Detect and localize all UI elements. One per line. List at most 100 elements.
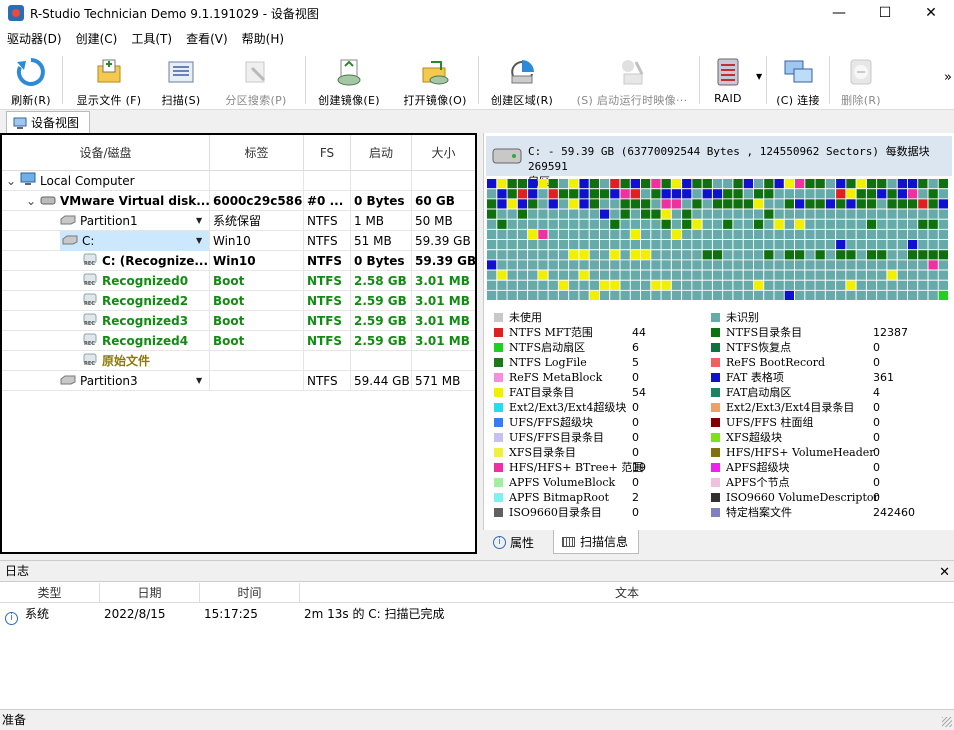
- sector-block: [815, 179, 825, 189]
- dropdown-arrow-icon[interactable]: ▼: [196, 211, 202, 231]
- sector-block: [825, 250, 836, 260]
- runtime-image-button[interactable]: (S) 启动运行时映像···: [565, 50, 699, 110]
- log-col-type[interactable]: 类型: [0, 583, 100, 603]
- refresh-button[interactable]: 刷新(R): [0, 50, 62, 110]
- sector-block: [579, 250, 589, 260]
- log-time: 15:17:25: [204, 607, 258, 621]
- sector-block: [682, 229, 692, 239]
- legend-count: 6: [632, 341, 639, 354]
- close-button[interactable]: ✕: [908, 0, 954, 26]
- resize-grip-icon[interactable]: [942, 717, 952, 727]
- sector-block: [764, 280, 774, 290]
- raid-dropdown-icon[interactable]: ▼: [756, 50, 766, 109]
- menu-view[interactable]: 查看(V): [179, 30, 235, 47]
- tree-row[interactable]: ⌄ Local Computer: [2, 171, 475, 191]
- sector-block: [620, 270, 630, 280]
- recognized-icon: REC: [82, 272, 98, 292]
- tree-start-value: 2.59 GB: [354, 314, 407, 328]
- tab-properties[interactable]: i 属性: [485, 530, 553, 554]
- sector-block: [671, 229, 682, 239]
- sector-block: [897, 270, 907, 280]
- minimize-button[interactable]: —: [816, 0, 862, 26]
- tab-device-view[interactable]: 设备视图: [6, 111, 90, 133]
- menu-help[interactable]: 帮助(H): [235, 30, 291, 47]
- recognized-icon: REC: [82, 312, 98, 332]
- col-header-start[interactable]: 启动: [351, 135, 412, 171]
- sector-block: [610, 250, 620, 260]
- menu-tools[interactable]: 工具(T): [124, 30, 179, 47]
- tree-row[interactable]: REC Recognized3 Boot NTFS 2.59 GB 3.01 MB: [2, 311, 475, 331]
- tree-row[interactable]: REC 原始文件: [2, 351, 475, 371]
- tree-row[interactable]: REC C: (Recognize... Win10 NTFS 0 Bytes 59.39…: [2, 251, 475, 271]
- tree-cell-size: 59.39 GB: [412, 251, 475, 271]
- toolbar-more-button[interactable]: »: [944, 70, 952, 85]
- sector-block: [569, 250, 579, 260]
- dropdown-arrow-icon[interactable]: ▼: [196, 371, 202, 391]
- sector-block: [630, 250, 640, 260]
- sector-block: [517, 240, 528, 250]
- col-header-label[interactable]: 标签: [210, 135, 304, 171]
- sector-block: [805, 270, 815, 280]
- menu-drive[interactable]: 驱动器(D): [0, 30, 69, 47]
- sector-block: [805, 209, 815, 219]
- sector-block: [528, 260, 538, 270]
- dropdown-arrow-icon[interactable]: ▼: [196, 231, 202, 251]
- expand-chevron-icon[interactable]: ⌄: [6, 171, 20, 191]
- sector-block: [753, 250, 764, 260]
- scan-button[interactable]: 扫描(S): [155, 50, 207, 110]
- tree-row[interactable]: REC Recognized4 Boot NTFS 2.59 GB 3.01 MB: [2, 331, 475, 351]
- tree-row[interactable]: REC Recognized2 Boot NTFS 2.59 GB 3.01 MB: [2, 291, 475, 311]
- sector-block: [610, 290, 620, 300]
- sector-block: [928, 270, 938, 280]
- sector-block: [682, 290, 692, 300]
- legend-name: ReFS MetaBlock: [509, 371, 603, 384]
- sector-block: [907, 219, 918, 229]
- tree-cell-label: Win10 ▼: [196, 231, 304, 251]
- sector-block: [877, 219, 887, 229]
- log-close-icon[interactable]: ✕: [939, 562, 950, 583]
- expand-chevron-icon[interactable]: ⌄: [26, 191, 40, 211]
- open-image-button[interactable]: 打开镜像(O): [392, 50, 478, 110]
- raid-button[interactable]: RAID: [700, 50, 756, 110]
- legend-swatch: [711, 478, 720, 487]
- sector-block: [743, 290, 753, 300]
- sector-block: [887, 179, 897, 189]
- tree-row[interactable]: Partition1 系统保留 ▼ NTFS 1 MB 50 MB: [2, 211, 475, 231]
- tree-fs-value: NTFS: [307, 234, 338, 248]
- tree-row[interactable]: ⌄ C: Win10 ▼ NTFS 51 MB 59.39 GB: [2, 231, 475, 251]
- tree-cell-label: Boot: [210, 291, 304, 311]
- sector-block: [487, 270, 497, 280]
- tree-cell-name: REC Recognized4: [2, 331, 210, 351]
- create-image-button[interactable]: 创建镜像(E): [306, 50, 392, 110]
- sector-block: [661, 229, 671, 239]
- sector-block: [517, 219, 528, 229]
- sector-block: [671, 209, 682, 219]
- maximize-button[interactable]: ☐: [862, 0, 908, 26]
- partition-search-button[interactable]: 分区搜索(P): [207, 50, 305, 110]
- connect-button[interactable]: (C) 连接: [767, 50, 829, 110]
- create-region-button[interactable]: 创建区域(R): [479, 50, 565, 110]
- show-files-button[interactable]: 显示文件 (F): [63, 50, 155, 110]
- legend-swatch: [494, 478, 503, 487]
- col-header-device[interactable]: 设备/磁盘: [2, 135, 210, 171]
- info-tabstrip: i 属性 扫描信息: [483, 530, 954, 556]
- log-col-time[interactable]: 时间: [200, 583, 300, 603]
- expand-chevron-icon[interactable]: ⌄: [60, 231, 62, 251]
- menu-create[interactable]: 创建(C): [69, 30, 125, 47]
- sector-block: [897, 290, 907, 300]
- col-header-size[interactable]: 大小: [412, 135, 475, 171]
- sector-block: [682, 270, 692, 280]
- delete-button[interactable]: 删除(R): [830, 50, 892, 110]
- log-col-date[interactable]: 日期: [100, 583, 200, 603]
- sector-block: [733, 179, 743, 189]
- tree-row[interactable]: ⌄ VMware Virtual disk...6000c29c586... #0 …: [2, 191, 475, 211]
- tree-row[interactable]: REC Recognized0 Boot NTFS 2.58 GB 3.01 MB: [2, 271, 475, 291]
- sector-block: [784, 240, 794, 250]
- sector-block: [877, 229, 887, 239]
- log-col-text[interactable]: 文本: [300, 583, 954, 603]
- sector-block: [784, 260, 794, 270]
- tree-row[interactable]: Partition3 ▼ NTFS 59.44 GB 571 MB: [2, 371, 475, 391]
- tab-scan-info[interactable]: 扫描信息: [553, 530, 639, 554]
- col-header-fs[interactable]: FS: [304, 135, 351, 171]
- sector-block: [887, 290, 897, 300]
